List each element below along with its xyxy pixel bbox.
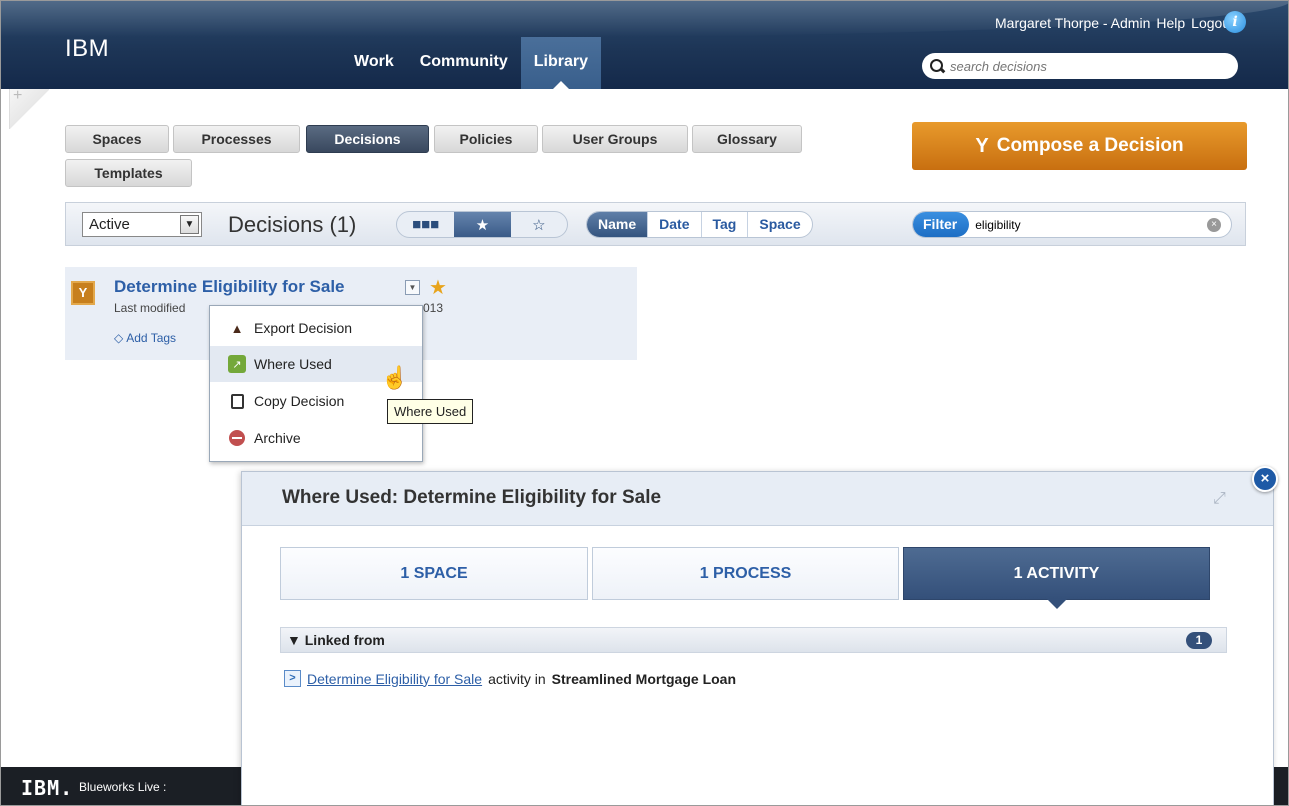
- decision-title[interactable]: Determine Eligibility for Sale: [114, 277, 345, 297]
- add-tags-link[interactable]: ◇ Add Tags: [114, 331, 176, 345]
- hand-cursor-icon: ☝: [381, 365, 409, 390]
- decision-icon: Y: [71, 281, 95, 305]
- sort-tag[interactable]: Tag: [700, 212, 748, 237]
- footer-text: Blueworks Live :: [79, 780, 167, 794]
- ibm-logo[interactable]: IBM: [65, 35, 109, 63]
- where-used-icon: ↗: [228, 355, 246, 373]
- last-modified-date: 013: [423, 301, 444, 315]
- search-icon[interactable]: [930, 59, 944, 73]
- linked-activity-link[interactable]: Determine Eligibility for Sale: [307, 671, 482, 687]
- filter-label[interactable]: Filter: [913, 212, 970, 237]
- menu-export-decision[interactable]: ▲ Export Decision: [210, 310, 422, 346]
- linked-process-name: Streamlined Mortgage Loan: [551, 670, 737, 687]
- copy-icon: [230, 393, 244, 409]
- menu-archive[interactable]: Archive: [210, 420, 422, 456]
- tab-activities-count[interactable]: 1 ACTIVITY: [903, 547, 1210, 609]
- tab-glossary[interactable]: Glossary: [692, 125, 802, 153]
- clear-icon[interactable]: ×: [1207, 218, 1221, 232]
- favorite-star-icon[interactable]: ★: [429, 275, 447, 300]
- top-header: IBM Work Community Library Margaret Thor…: [1, 1, 1288, 89]
- filter-input[interactable]: [975, 217, 1196, 232]
- decisions-toolbar: Active ▼ Decisions (1) ■■■ ★ ☆ Name Date…: [65, 202, 1246, 246]
- activity-icon: >: [284, 670, 301, 687]
- decisions-count: Decisions (1): [228, 212, 357, 237]
- chevron-down-icon[interactable]: ▼: [180, 215, 199, 234]
- compose-label: Compose a Decision: [996, 135, 1184, 156]
- panel-title: Where Used: Determine Eligibility for Sa…: [282, 487, 662, 508]
- where-used-panel: Where Used: Determine Eligibility for Sa…: [241, 471, 1274, 805]
- filter-box: Filter ×: [912, 211, 1232, 238]
- help-link[interactable]: Help: [1156, 15, 1185, 31]
- search-input[interactable]: [950, 58, 1220, 74]
- footer-ibm-logo: IBM.: [21, 776, 74, 800]
- tab-spaces[interactable]: Spaces: [65, 125, 169, 153]
- user-bar: Margaret Thorpe - Admin Help Logout: [995, 15, 1234, 31]
- tab-processes[interactable]: Processes: [173, 125, 300, 153]
- archive-icon: [229, 430, 245, 446]
- linked-from-header[interactable]: ▼ Linked from 1: [280, 627, 1227, 653]
- starred-icon[interactable]: ☆: [511, 212, 567, 237]
- tag-icon: ◇: [114, 331, 124, 345]
- compose-icon: Y: [975, 134, 989, 157]
- linked-item: > Determine Eligibility for Sale activit…: [284, 670, 736, 687]
- sort-date[interactable]: Date: [647, 212, 700, 237]
- top-nav: Work Community Library: [341, 37, 601, 89]
- tab-processes-count[interactable]: 1 PROCESS: [592, 547, 899, 600]
- plus-icon[interactable]: +: [13, 87, 22, 105]
- nav-library[interactable]: Library: [520, 37, 601, 89]
- last-modified: Last modified: [114, 301, 186, 315]
- tab-policies[interactable]: Policies: [434, 125, 538, 153]
- status-select[interactable]: Active ▼: [82, 212, 202, 237]
- view-toggle-group: ■■■ ★ ☆: [396, 211, 568, 238]
- tab-user-groups[interactable]: User Groups: [542, 125, 688, 153]
- star-view-icon[interactable]: ★: [454, 212, 511, 237]
- sort-name[interactable]: Name: [587, 212, 648, 237]
- tab-decisions[interactable]: Decisions: [306, 125, 429, 153]
- status-value: Active: [89, 216, 130, 233]
- link-mid-text: activity in: [488, 670, 546, 687]
- user-name-link[interactable]: Margaret Thorpe - Admin: [995, 15, 1150, 31]
- panel-header: Where Used: Determine Eligibility for Sa…: [242, 472, 1273, 526]
- grid-view-icon[interactable]: ■■■: [397, 212, 454, 237]
- linked-from-label: ▼ Linked from: [287, 632, 385, 648]
- nav-community[interactable]: Community: [407, 37, 521, 89]
- expand-icon[interactable]: ⤢: [1213, 490, 1229, 507]
- info-icon[interactable]: i: [1224, 11, 1246, 33]
- sort-space[interactable]: Space: [747, 212, 811, 237]
- chevron-down-icon[interactable]: ▼: [405, 280, 420, 295]
- tab-templates[interactable]: Templates: [65, 159, 192, 187]
- export-icon: ▲: [230, 320, 244, 336]
- linked-count-badge: 1: [1186, 632, 1212, 649]
- tooltip: Where Used: [387, 399, 474, 424]
- app-window: IBM Work Community Library Margaret Thor…: [0, 0, 1289, 806]
- sort-group: Name Date Tag Space: [586, 211, 813, 238]
- tab-spaces-count[interactable]: 1 SPACE: [280, 547, 588, 600]
- close-icon[interactable]: ×: [1252, 466, 1278, 492]
- nav-work[interactable]: Work: [341, 37, 407, 89]
- compose-decision-button[interactable]: Y Compose a Decision: [912, 122, 1247, 170]
- search-box: [922, 53, 1238, 79]
